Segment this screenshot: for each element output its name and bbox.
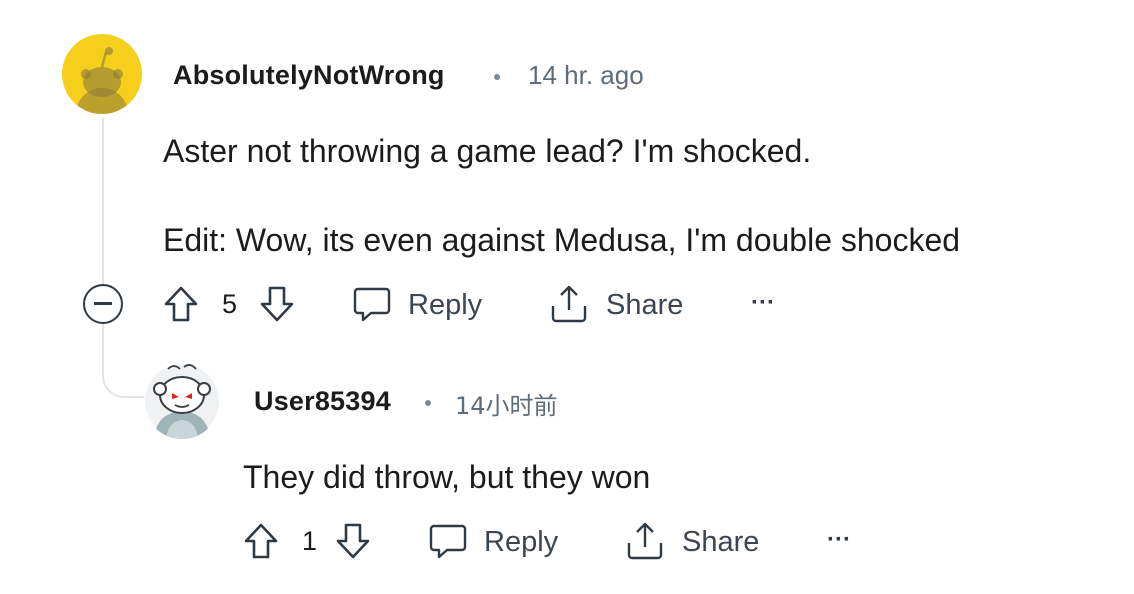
comment-author[interactable]: AbsolutelyNotWrong: [173, 60, 445, 91]
vote-count: 1: [302, 526, 318, 556]
separator-dot: [425, 400, 431, 406]
comment-timestamp[interactable]: 14 hr. ago: [528, 60, 644, 91]
avatar[interactable]: [144, 363, 220, 439]
collapse-thread-button[interactable]: [83, 284, 123, 324]
separator-dot: [494, 74, 500, 80]
reply-text: They did throw, but they won: [243, 459, 651, 495]
reply-button[interactable]: Reply: [484, 526, 558, 559]
reply-icon[interactable]: [429, 522, 467, 560]
share-icon[interactable]: [550, 284, 588, 324]
reply-icon[interactable]: [353, 285, 391, 323]
reply-timestamp[interactable]: 14小时前: [455, 386, 558, 421]
more-options-button[interactable]: ···: [751, 289, 775, 317]
upvote-icon[interactable]: [243, 522, 279, 560]
downvote-icon[interactable]: [259, 285, 295, 323]
avatar[interactable]: [62, 34, 142, 114]
snoo-avatar-icon: [76, 47, 128, 114]
thread-line: [102, 118, 104, 284]
snoo-avatar-icon: [145, 364, 219, 439]
share-button[interactable]: Share: [606, 289, 683, 322]
downvote-icon[interactable]: [335, 522, 371, 560]
comment-text-line-2: Edit: Wow, its even against Medusa, I'm …: [163, 222, 961, 258]
upvote-icon[interactable]: [163, 285, 199, 323]
reply-author[interactable]: User85394: [254, 386, 391, 417]
share-icon[interactable]: [626, 521, 664, 561]
more-options-button[interactable]: ···: [827, 526, 851, 554]
share-button[interactable]: Share: [682, 526, 759, 559]
vote-count: 5: [222, 289, 238, 319]
reply-connector: [102, 322, 144, 398]
reply-button[interactable]: Reply: [408, 289, 482, 322]
comment-text-line-1: Aster not throwing a game lead? I'm shoc…: [163, 133, 812, 169]
